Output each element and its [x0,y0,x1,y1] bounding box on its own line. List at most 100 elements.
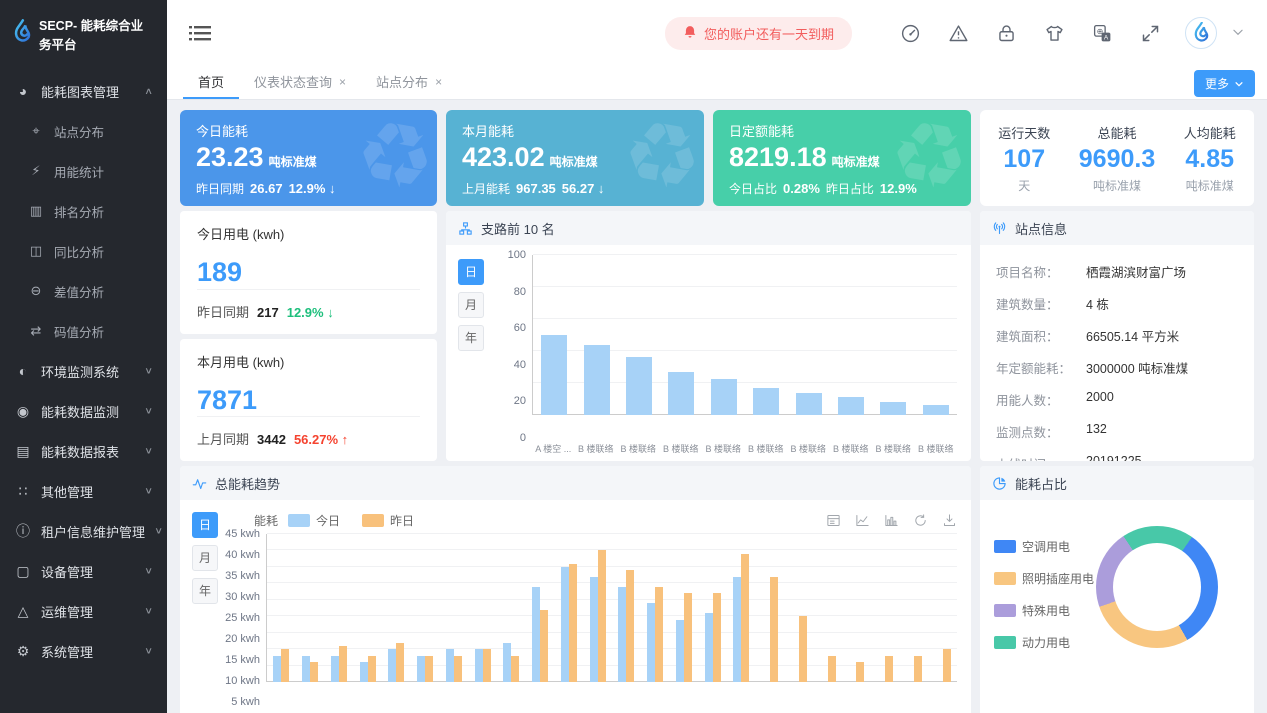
bar-今日[interactable] [618,587,626,682]
sidebar-subitem-站点分布[interactable]: ⌖站点分布 [0,111,167,151]
bar-B 楼联络[interactable] [668,372,694,415]
bar-B 楼联络[interactable] [796,393,822,415]
sidebar-item-环境监测系统[interactable]: ◐环境监测系统∨ [0,351,167,391]
bar-今日[interactable] [733,577,741,682]
bar-今日[interactable] [302,656,310,682]
bar-今日[interactable] [705,613,713,682]
period-toggle-日[interactable]: 日 [192,512,218,538]
bar-昨日[interactable] [569,564,577,682]
period-toggle-月[interactable]: 月 [192,545,218,571]
tab-站点分布[interactable]: 站点分布× [361,66,457,99]
fullscreen-icon[interactable] [1140,23,1161,44]
close-icon[interactable]: × [435,75,442,89]
bar-今日[interactable] [331,656,339,682]
bar-A 楼空 ...[interactable] [541,335,567,415]
more-button[interactable]: 更多 [1194,70,1255,97]
bar-昨日[interactable] [828,656,836,682]
sidebar-subitem-同比分析[interactable]: ◫同比分析 [0,231,167,271]
bar-昨日[interactable] [540,610,548,682]
period-toggle-年[interactable]: 年 [192,578,218,604]
sidebar-item-其他管理[interactable]: ∷其他管理∨ [0,471,167,511]
bar-今日[interactable] [446,649,454,682]
bar-昨日[interactable] [856,662,864,682]
period-toggle-日[interactable]: 日 [458,259,484,285]
bar-B 楼联络[interactable] [880,402,906,415]
close-icon[interactable]: × [339,75,346,89]
bar-B 楼联络[interactable] [711,379,737,415]
bar-昨日[interactable] [713,593,721,682]
bar-昨日[interactable] [655,587,663,682]
bar-昨日[interactable] [741,554,749,682]
legend-item-今日[interactable]: 今日 [288,512,340,529]
theme-shirt-icon[interactable] [1044,23,1065,44]
bar-昨日[interactable] [425,656,433,682]
data-view-icon[interactable] [826,513,841,528]
bar-昨日[interactable] [799,616,807,682]
bar-B 楼联络[interactable] [753,388,779,415]
translate-icon[interactable]: ⊕ A [1092,23,1113,44]
bar-今日[interactable] [273,656,281,682]
share-legend-item-空调用电[interactable]: 空调用电 [994,538,1094,555]
bar-B 楼联络[interactable] [838,397,864,415]
bar-昨日[interactable] [770,577,778,682]
bar-今日[interactable] [388,649,396,682]
collapse-menu-icon[interactable] [189,23,211,43]
bar-昨日[interactable] [626,570,634,682]
bar-今日[interactable] [532,587,540,682]
account-expiry-notice[interactable]: 您的账户还有一天到期 [665,17,852,50]
tab-首页[interactable]: 首页 [183,66,239,99]
period-toggle-月[interactable]: 月 [458,292,484,318]
bar-今日[interactable] [561,567,569,682]
bar-昨日[interactable] [598,550,606,682]
user-avatar[interactable] [1185,17,1217,49]
sidebar-subitem-用能统计[interactable]: ⚡用能统计 [0,151,167,191]
bar-昨日[interactable] [454,656,462,682]
sidebar-subitem-码值分析[interactable]: ⇄码值分析 [0,311,167,351]
bar-B 楼联络[interactable] [923,405,949,415]
warning-icon[interactable] [948,23,969,44]
sidebar-subitem-排名分析[interactable]: ▥排名分析 [0,191,167,231]
chevron-down-icon[interactable] [1231,25,1245,42]
bar-今日[interactable] [590,577,598,682]
legend-item-昨日[interactable]: 昨日 [362,512,414,529]
tab-仪表状态查询[interactable]: 仪表状态查询× [239,66,361,99]
bar-昨日[interactable] [339,646,347,682]
period-toggle-年[interactable]: 年 [458,325,484,351]
dashboard-gauge-icon[interactable] [900,23,921,44]
sidebar-item-能耗数据监测[interactable]: ◉能耗数据监测∨ [0,391,167,431]
bar-昨日[interactable] [684,593,692,682]
bar-B 楼联络[interactable] [584,345,610,415]
sidebar-item-运维管理[interactable]: △运维管理∨ [0,591,167,631]
bar-昨日[interactable] [483,649,491,682]
sidebar-item-能耗数据报表[interactable]: ▤能耗数据报表∨ [0,431,167,471]
legend-swatch [994,540,1016,553]
line-chart-icon[interactable] [855,513,870,528]
bar-昨日[interactable] [943,649,951,682]
sidebar-item-租户信息维护管理[interactable]: ⓘ租户信息维护管理∨ [0,511,167,551]
bar-今日[interactable] [475,649,483,682]
bar-今日[interactable] [503,643,511,682]
share-legend-item-照明插座用电[interactable]: 照明插座用电 [994,570,1094,587]
refresh-icon[interactable] [913,513,928,528]
bar-chart-icon[interactable] [884,513,899,528]
bar-昨日[interactable] [368,656,376,682]
sidebar-subitem-差值分析[interactable]: ⊖差值分析 [0,271,167,311]
download-icon[interactable] [942,513,957,528]
bar-昨日[interactable] [281,649,289,682]
bar-昨日[interactable] [396,643,404,682]
bar-今日[interactable] [360,662,368,682]
sidebar-item-能耗图表管理[interactable]: ◕能耗图表管理∧ [0,71,167,111]
bar-昨日[interactable] [885,656,893,682]
bar-今日[interactable] [647,603,655,682]
share-legend-item-特殊用电[interactable]: 特殊用电 [994,602,1094,619]
share-legend-item-动力用电[interactable]: 动力用电 [994,634,1094,651]
bar-B 楼联络[interactable] [626,357,652,415]
bar-今日[interactable] [417,656,425,682]
bar-今日[interactable] [676,620,684,682]
sidebar-item-设备管理[interactable]: ▢设备管理∨ [0,551,167,591]
bar-昨日[interactable] [511,656,519,682]
bar-昨日[interactable] [310,662,318,682]
lock-icon[interactable] [996,23,1017,44]
bar-昨日[interactable] [914,656,922,682]
sidebar-item-系统管理[interactable]: ⚙系统管理∨ [0,631,167,671]
